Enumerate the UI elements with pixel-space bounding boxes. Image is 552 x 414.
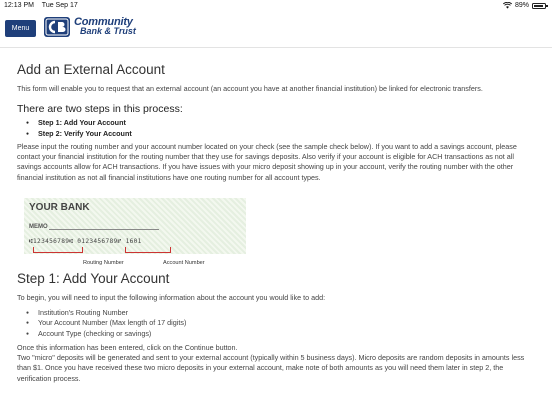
sample-check-image: YOUR BANK MEMO ⑆123456789⑆ 0123456789⑈ 1… bbox=[17, 197, 247, 268]
instructions-text: Please input the routing number and your… bbox=[17, 141, 517, 182]
list-item: Account Type (checking or savings) bbox=[26, 329, 539, 339]
site-header: Menu Community Bank & Trust bbox=[0, 12, 552, 48]
routing-bracket bbox=[33, 246, 83, 253]
cb-logo-icon bbox=[44, 17, 70, 37]
battery-icon bbox=[532, 2, 548, 9]
account-number-label: Account Number bbox=[163, 259, 205, 266]
check-micr-line: ⑆123456789⑆ 0123456789⑈ 1601 bbox=[29, 237, 142, 245]
step1-title: Step 1: Add Your Account bbox=[17, 270, 170, 286]
page-title: Add an External Account bbox=[17, 62, 165, 77]
memo-line bbox=[49, 228, 159, 230]
step1-list: Institution's Routing Number Your Accoun… bbox=[26, 308, 539, 339]
main-content: Add an External Account This form will e… bbox=[17, 62, 539, 384]
battery-percent: 89% bbox=[514, 2, 529, 9]
bank-logo[interactable]: Community Bank & Trust bbox=[43, 16, 136, 38]
continue-text: Once this information has been entered, … bbox=[17, 342, 238, 352]
menu-button[interactable]: Menu bbox=[5, 20, 36, 37]
micro-deposit-text: Two "micro" deposits will be generated a… bbox=[17, 353, 525, 383]
steps-heading: There are two steps in this process: bbox=[17, 103, 183, 116]
check-bank-name: YOUR BANK bbox=[29, 201, 90, 213]
steps-list: Step 1: Add Your Account Step 2: Verify … bbox=[26, 118, 539, 139]
list-item: Institution's Routing Number bbox=[26, 308, 539, 318]
logo-subname: Bank & Trust bbox=[80, 26, 136, 36]
routing-number-label: Routing Number bbox=[83, 259, 124, 266]
wifi-icon bbox=[502, 2, 512, 9]
status-time: 12:13 PM bbox=[4, 2, 34, 9]
check-memo-label: MEMO bbox=[29, 223, 48, 230]
status-date: Tue Sep 17 bbox=[41, 2, 78, 9]
step-item: Step 1: Add Your Account bbox=[26, 118, 539, 128]
account-bracket bbox=[125, 246, 171, 253]
step-item: Step 2: Verify Your Account bbox=[26, 129, 539, 139]
step1-lead: To begin, you will need to input the fol… bbox=[17, 292, 326, 302]
list-item: Your Account Number (Max length of 17 di… bbox=[26, 318, 539, 328]
intro-text: This form will enable you to request tha… bbox=[17, 84, 483, 93]
status-bar: 12:13 PM Tue Sep 17 89% bbox=[0, 0, 552, 12]
